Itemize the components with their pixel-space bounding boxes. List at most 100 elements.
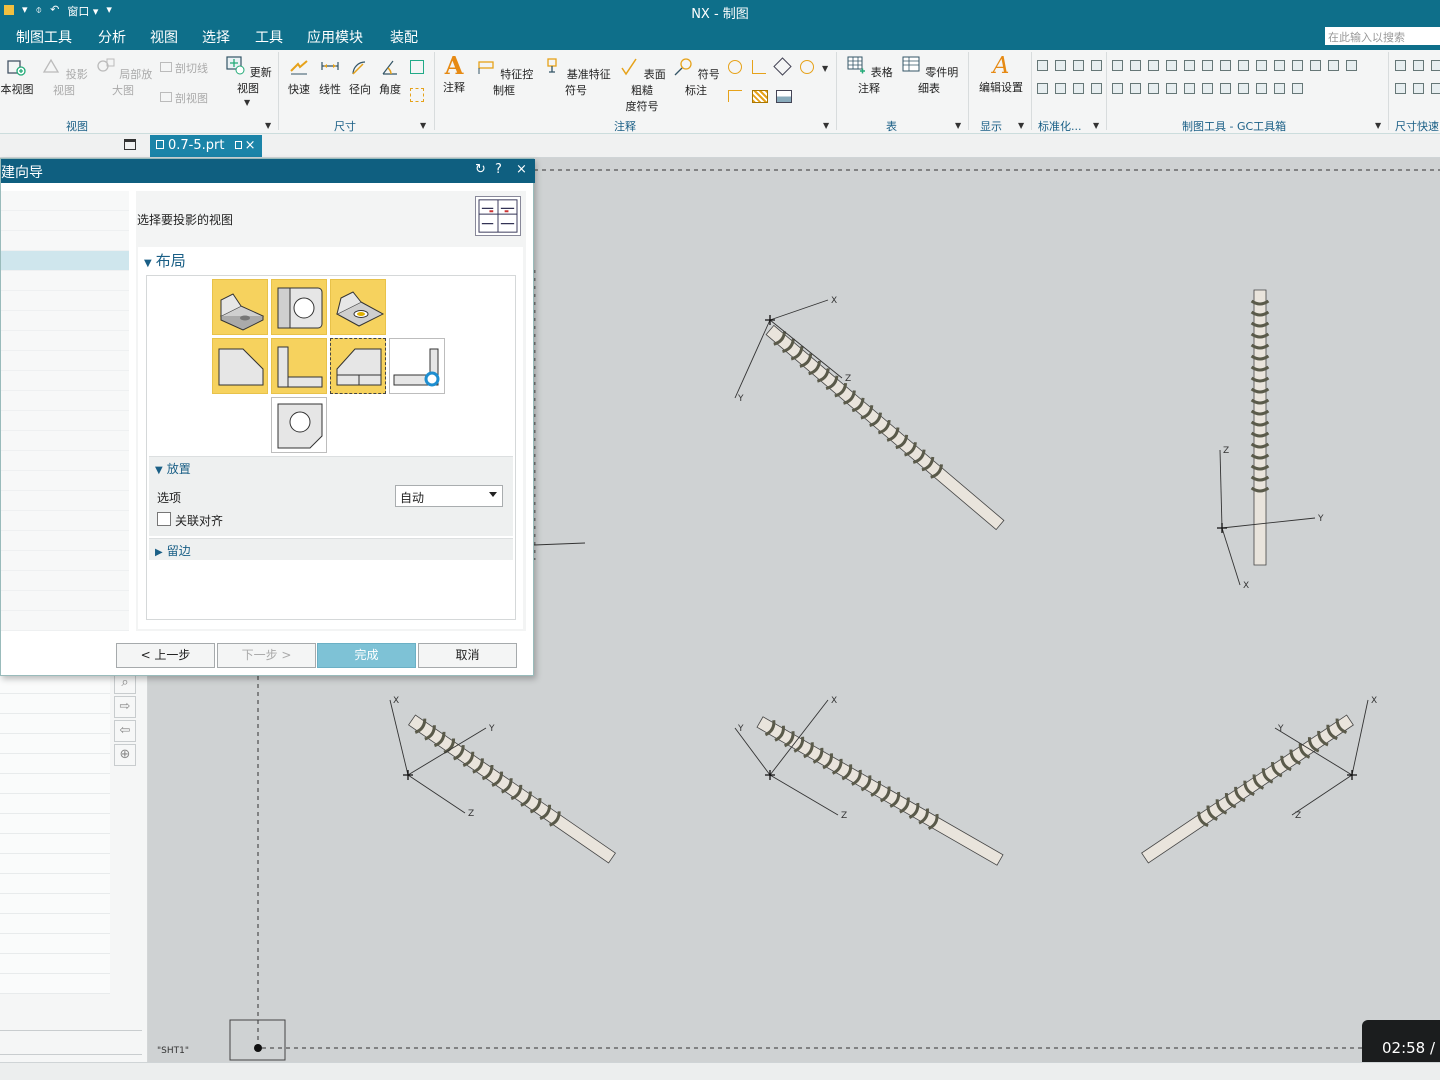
wizard-step[interactable]	[1, 551, 129, 571]
layout-view-middle-left[interactable]	[212, 338, 268, 394]
projected-view-button[interactable]: 投影视图	[38, 56, 90, 98]
dimension-group-more-icon[interactable]: ▼	[420, 121, 426, 130]
detail-view-button[interactable]: 局部放大图	[92, 56, 154, 98]
annotation-group-more-icon[interactable]: ▼	[823, 121, 829, 130]
list-item[interactable]	[0, 834, 110, 854]
list-item[interactable]	[0, 814, 110, 834]
layout-view-middle-right-selected[interactable]	[330, 338, 386, 394]
reset-icon[interactable]: ↻	[475, 162, 486, 177]
wizard-step[interactable]	[1, 331, 129, 351]
id-symbol-button[interactable]: 符号标注	[670, 56, 722, 98]
document-tab-close-icon[interactable]: ×	[245, 138, 256, 153]
wizard-step[interactable]	[1, 191, 129, 211]
weld-symbol-icon[interactable]	[728, 90, 742, 102]
list-item[interactable]	[0, 734, 110, 754]
datum-target-icon[interactable]	[752, 60, 766, 74]
wizard-step[interactable]	[1, 611, 129, 631]
menu-drafting-tools[interactable]: 制图工具	[16, 27, 72, 47]
gc-toolbox-row-2[interactable]	[1112, 83, 1303, 94]
list-item[interactable]	[0, 974, 110, 994]
quick-dim-tools-row-2[interactable]	[1395, 83, 1440, 94]
close-icon[interactable]: ×	[516, 162, 527, 177]
previous-tool-icon[interactable]: ⇦	[114, 720, 136, 742]
menu-tools[interactable]: 工具	[255, 27, 283, 47]
wizard-step[interactable]	[1, 511, 129, 531]
standardization-tools-row-1[interactable]	[1037, 60, 1102, 71]
quick-dim-tools-row-1[interactable]	[1395, 60, 1440, 71]
layout-view-bottom-center[interactable]	[271, 397, 327, 453]
layout-view-top-right-iso[interactable]	[330, 279, 386, 335]
layout-view-placement-target[interactable]	[389, 338, 445, 394]
annotation-more-dropdown-icon[interactable]: ▼	[822, 64, 828, 73]
display-group-more-icon[interactable]: ▼	[1018, 121, 1024, 130]
gc-toolbox-more-icon[interactable]: ▼	[1375, 121, 1381, 130]
linear-dimension-button[interactable]: 线性	[316, 56, 344, 97]
wizard-step[interactable]	[1, 491, 129, 511]
radial-dimension-button[interactable]: 径向	[346, 56, 374, 97]
parts-list-button[interactable]: 零件明细表	[898, 54, 960, 96]
wizard-step[interactable]	[1, 431, 129, 451]
chain-dimension-icon[interactable]	[410, 88, 424, 102]
list-item[interactable]	[0, 694, 110, 714]
list-item[interactable]	[0, 854, 110, 874]
next-button[interactable]: 下一步 >	[217, 643, 316, 668]
ordinate-dimension-icon[interactable]	[410, 60, 424, 74]
wizard-step[interactable]	[1, 471, 129, 491]
wizard-step[interactable]	[1, 571, 129, 591]
angular-dimension-button[interactable]: 角度	[376, 56, 404, 97]
wizard-step[interactable]	[1, 411, 129, 431]
wizard-step[interactable]	[1, 591, 129, 611]
document-tab[interactable]: 0.7-5.prt ×	[150, 135, 262, 157]
note-button[interactable]: A 注释	[440, 53, 468, 95]
cut-line-button[interactable]: 剖切线	[160, 60, 218, 76]
list-item[interactable]	[0, 894, 110, 914]
list-item[interactable]	[0, 954, 110, 974]
wizard-step[interactable]	[1, 531, 129, 551]
view-group-more-icon[interactable]: ▼	[265, 121, 271, 130]
hatch-icon[interactable]	[752, 90, 768, 103]
margin-section-header[interactable]: ▶ 留边	[155, 542, 191, 559]
zoom-icon[interactable]	[728, 60, 742, 74]
wizard-step[interactable]	[1, 231, 129, 251]
wizard-step[interactable]	[1, 391, 129, 411]
surface-finish-button[interactable]: 表面粗糙 度符号	[616, 56, 668, 114]
wizard-step[interactable]	[1, 351, 129, 371]
associative-align-checkbox[interactable]	[157, 512, 171, 526]
rapid-dimension-button[interactable]: 快速	[284, 56, 314, 97]
layout-view-top-center[interactable]	[271, 279, 327, 335]
section-view-button[interactable]: 剖视图	[160, 90, 218, 106]
wizard-step[interactable]	[1, 371, 129, 391]
gc-toolbox-row-1[interactable]	[1112, 60, 1357, 71]
table-group-more-icon[interactable]: ▼	[955, 121, 961, 130]
back-button[interactable]: < 上一步	[116, 643, 215, 668]
wizard-step[interactable]	[1, 291, 129, 311]
maximize-icon[interactable]	[124, 139, 136, 150]
standardization-group-more-icon[interactable]: ▼	[1093, 121, 1099, 130]
wizard-step[interactable]	[1, 451, 129, 471]
wizard-step[interactable]	[1, 211, 129, 231]
layout-section-header[interactable]: ▼ 布局	[144, 250, 186, 271]
datum-feature-button[interactable]: 基准特征符号	[538, 56, 614, 98]
standardization-tools-row-2[interactable]	[1037, 83, 1102, 94]
wizard-step[interactable]	[1, 311, 129, 331]
pin-icon[interactable]	[234, 141, 242, 149]
list-item[interactable]	[0, 714, 110, 734]
edit-settings-button[interactable]: A 编辑设置	[974, 53, 1028, 95]
finish-button[interactable]: 完成	[317, 643, 416, 668]
update-view-button[interactable]: 更新视图	[222, 54, 274, 96]
wizard-step[interactable]	[1, 271, 129, 291]
dialog-title-bar[interactable]: 建向导 ↻ ? ×	[1, 159, 535, 183]
layout-view-middle-center[interactable]	[271, 338, 327, 394]
feature-control-frame-button[interactable]: 特征控制框	[472, 56, 536, 98]
image-icon[interactable]	[776, 90, 792, 103]
next-tool-icon[interactable]: ⇨	[114, 696, 136, 718]
menu-assembly[interactable]: 装配	[390, 27, 418, 47]
list-item[interactable]	[0, 794, 110, 814]
list-item[interactable]	[0, 874, 110, 894]
list-item[interactable]	[0, 674, 110, 694]
list-item[interactable]	[0, 934, 110, 954]
update-view-dropdown-icon[interactable]: ▼	[244, 98, 250, 107]
help-icon[interactable]: ?	[495, 162, 502, 177]
menu-analysis[interactable]: 分析	[98, 27, 126, 47]
fill-icon[interactable]	[773, 57, 792, 76]
